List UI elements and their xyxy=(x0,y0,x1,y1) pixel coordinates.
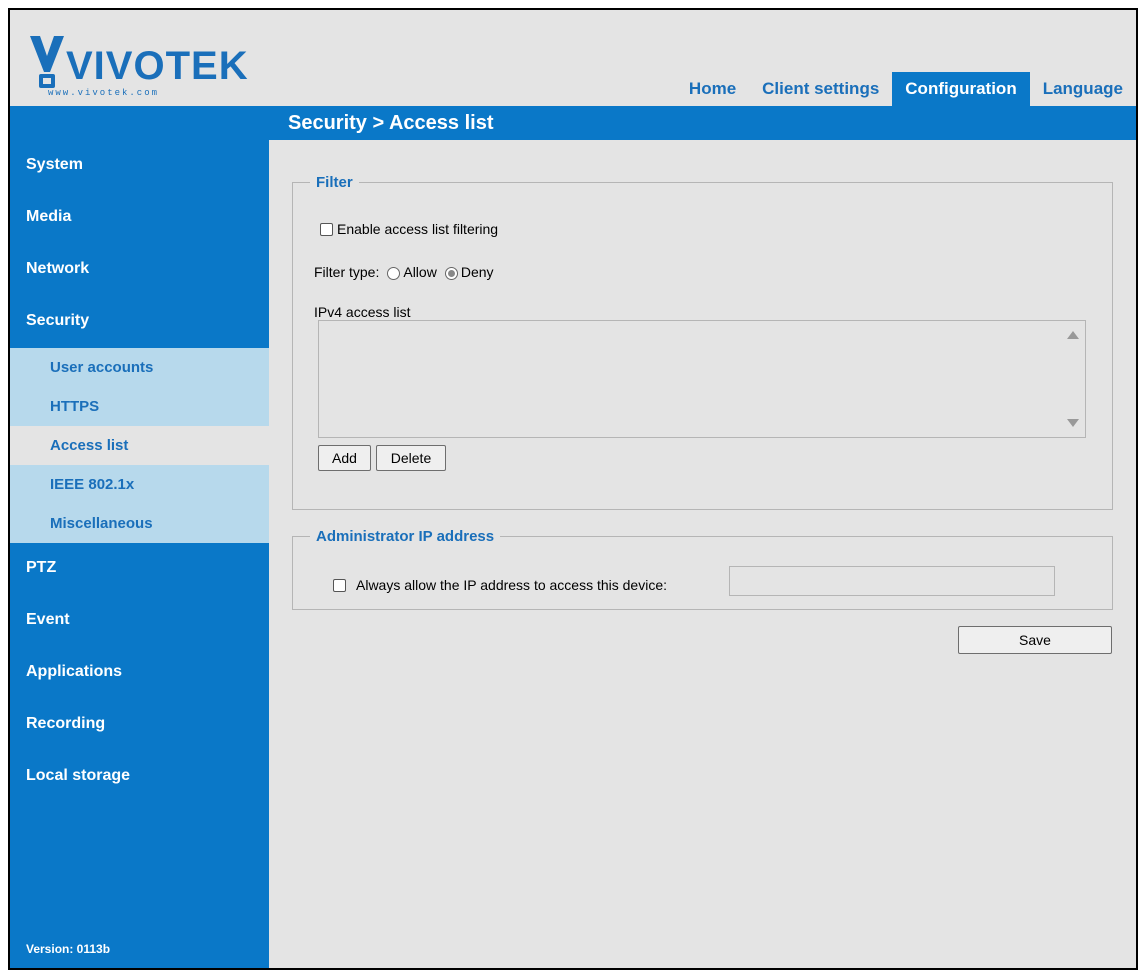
add-button[interactable]: Add xyxy=(318,445,371,471)
sidebar-item-recording[interactable]: Recording xyxy=(10,699,269,751)
browser-frame: VIVOTEK www.vivotek.com Home Client sett… xyxy=(8,8,1138,970)
sidebar-item-local-storage[interactable]: Local storage xyxy=(10,751,269,803)
enable-filter-checkbox[interactable] xyxy=(320,222,333,236)
ipv4-list-label: IPv4 access list xyxy=(314,304,411,320)
header: VIVOTEK www.vivotek.com Home Client sett… xyxy=(10,10,1136,106)
deny-label: Deny xyxy=(460,263,494,280)
logo-url: www.vivotek.com xyxy=(48,88,160,98)
sidebar-subitem-ieee-8021x[interactable]: IEEE 802.1x xyxy=(10,465,269,504)
deny-radio[interactable] xyxy=(444,267,458,280)
vivotek-logo[interactable]: VIVOTEK www.vivotek.com xyxy=(28,32,248,102)
always-allow-label: Always allow the IP address to access th… xyxy=(356,577,668,593)
breadcrumb: Security > Access list xyxy=(288,112,494,134)
enable-filter-label: Enable access list filtering xyxy=(337,221,499,237)
main-content: Filter Enable access list filtering Filt… xyxy=(269,140,1136,968)
delete-button[interactable]: Delete xyxy=(376,445,446,471)
sidebar-subitem-https[interactable]: HTTPS xyxy=(10,387,269,426)
tab-language[interactable]: Language xyxy=(1030,72,1136,106)
sidebar-subitem-user-accounts[interactable]: User accounts xyxy=(10,348,269,387)
ipv4-list-label-row: IPv4 access list xyxy=(314,304,410,320)
enable-filter-row: Enable access list filtering xyxy=(320,221,498,237)
sidebar-item-applications[interactable]: Applications xyxy=(10,647,269,699)
filter-legend: Filter xyxy=(316,174,353,191)
sidebar-item-media[interactable]: Media xyxy=(10,192,269,244)
scroll-up-arrow-icon[interactable] xyxy=(1067,331,1079,339)
sidebar-item-security[interactable]: Security xyxy=(10,296,269,348)
save-button[interactable]: Save xyxy=(958,626,1112,654)
scroll-down-arrow-icon[interactable] xyxy=(1067,419,1079,427)
version-label: Version: 0113b xyxy=(26,942,111,956)
sidebar-item-event[interactable]: Event xyxy=(10,595,269,647)
ipv4-access-listbox[interactable] xyxy=(318,320,1086,438)
tab-home[interactable]: Home xyxy=(676,72,749,106)
top-navigation: Home Client settings Configuration Langu… xyxy=(676,72,1136,106)
tab-configuration[interactable]: Configuration xyxy=(892,72,1030,106)
sidebar: System Media Network Security User accou… xyxy=(10,140,269,968)
logo-wordmark: VIVOTEK xyxy=(66,44,249,88)
always-allow-row: Always allow the IP address to access th… xyxy=(333,577,667,593)
sidebar-item-system[interactable]: System xyxy=(10,140,269,192)
sidebar-item-network[interactable]: Network xyxy=(10,244,269,296)
filter-type-row: Filter type: Allow Deny xyxy=(314,263,494,280)
filter-type-label: Filter type: xyxy=(314,263,380,280)
always-allow-checkbox[interactable] xyxy=(333,578,346,592)
tab-client-settings[interactable]: Client settings xyxy=(749,72,892,106)
security-submenu: User accounts HTTPS Access list IEEE 802… xyxy=(10,348,269,543)
sidebar-item-ptz[interactable]: PTZ xyxy=(10,543,269,595)
sidebar-subitem-miscellaneous[interactable]: Miscellaneous xyxy=(10,504,269,543)
allow-label: Allow xyxy=(403,263,437,280)
admin-ip-input[interactable] xyxy=(729,566,1055,596)
sidebar-subitem-access-list[interactable]: Access list xyxy=(10,426,269,465)
title-bar: Security > Access list xyxy=(10,106,1136,140)
admin-ip-legend: Administrator IP address xyxy=(316,528,495,545)
allow-radio[interactable] xyxy=(387,267,401,280)
